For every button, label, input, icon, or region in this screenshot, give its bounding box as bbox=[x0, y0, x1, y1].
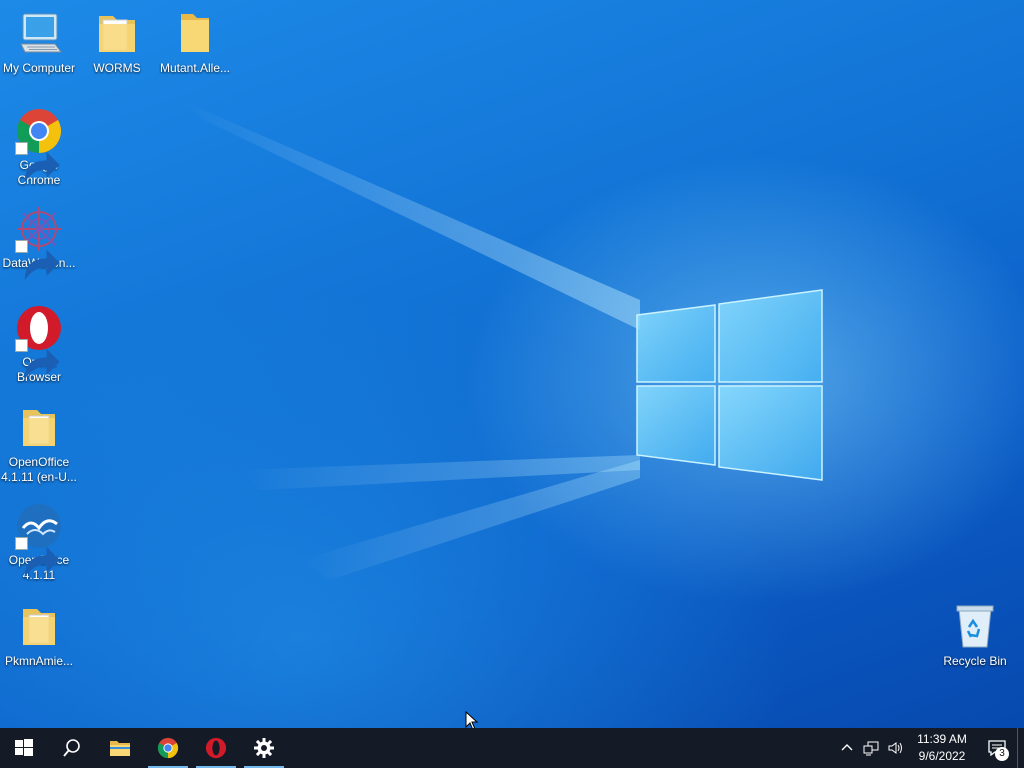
desktop-icon-openoffice[interactable]: OpenOffice 4.1.11 bbox=[0, 502, 78, 583]
desktop-icon-my-computer[interactable]: My Computer bbox=[0, 10, 78, 76]
search-icon bbox=[63, 739, 80, 757]
clock-time: 11:39 AM bbox=[917, 732, 967, 746]
recycle-bin-icon bbox=[951, 603, 999, 651]
desktop-icon-google-chrome[interactable]: Google Chrome bbox=[0, 107, 78, 188]
show-desktop-button[interactable] bbox=[1017, 728, 1024, 768]
desktop[interactable]: My Computer WORMS Mutant.Alle... Chrome … bbox=[0, 0, 1024, 728]
network-icon[interactable] bbox=[859, 728, 883, 768]
settings-button[interactable] bbox=[240, 728, 288, 768]
chevron-up-icon[interactable] bbox=[835, 728, 859, 768]
chrome-icon bbox=[157, 737, 179, 759]
windows-logo-icon bbox=[15, 739, 33, 756]
desktop-icon-label: My Computer bbox=[2, 61, 76, 75]
folder-icon bbox=[110, 741, 130, 756]
desktop-icon-pkmnamie[interactable]: PkmnAmie... bbox=[0, 603, 78, 669]
chrome-button[interactable] bbox=[144, 728, 192, 768]
volume-icon[interactable] bbox=[883, 728, 907, 768]
desktop-icon-label: Recycle Bin bbox=[943, 654, 1007, 668]
opera-button[interactable] bbox=[192, 728, 240, 768]
desktop-icon-openoffice-folder[interactable]: OpenOffice 4.1.11 (en-U... bbox=[0, 404, 78, 485]
file-explorer-button[interactable] bbox=[96, 728, 144, 768]
clock[interactable]: 11:39 AM 9/6/2022 bbox=[907, 731, 977, 765]
computer-icon bbox=[15, 10, 63, 58]
taskbar: 11:39 AM 9/6/2022 3 bbox=[0, 728, 1024, 768]
desktop-icon-label: OpenOffice 4.1.11 (en-U... bbox=[1, 455, 77, 484]
desktop-icon-opera-browser[interactable]: Opera Browser bbox=[0, 304, 78, 385]
desktop-icon-mutant-alle[interactable]: Mutant.Alle... bbox=[156, 10, 234, 76]
shortcut-arrow-icon bbox=[15, 537, 60, 578]
system-tray: 11:39 AM 9/6/2022 3 bbox=[835, 728, 1024, 768]
notification-center-button[interactable]: 3 bbox=[977, 728, 1017, 768]
folder-icon bbox=[15, 404, 63, 452]
desktop-icon-label: WORMS bbox=[93, 61, 141, 75]
folder-icon bbox=[15, 603, 63, 651]
search-button[interactable] bbox=[48, 728, 96, 768]
desktop-icon-recycle-bin[interactable]: Recycle Bin bbox=[936, 603, 1014, 669]
desktop-icon-datawagon[interactable]: DataWagon... bbox=[0, 205, 78, 281]
desktop-icon-label: PkmnAmie... bbox=[4, 654, 73, 668]
wallpaper-beams bbox=[180, 100, 640, 580]
shortcut-arrow-icon bbox=[15, 339, 60, 380]
openoffice-icon bbox=[15, 502, 63, 578]
datawagon-icon bbox=[15, 205, 63, 281]
mouse-cursor-icon bbox=[465, 711, 479, 728]
opera-icon bbox=[205, 737, 227, 759]
gear-icon bbox=[254, 738, 274, 758]
desktop-icon-worms[interactable]: WORMS bbox=[78, 10, 156, 76]
folder-icon bbox=[93, 10, 141, 58]
chrome-icon bbox=[15, 107, 63, 183]
clock-date: 9/6/2022 bbox=[918, 749, 966, 763]
shortcut-arrow-icon bbox=[15, 240, 60, 281]
desktop-icon-label: Mutant.Alle... bbox=[159, 61, 231, 75]
folder-icon bbox=[171, 10, 219, 58]
start-button[interactable] bbox=[0, 728, 48, 768]
shortcut-arrow-icon bbox=[15, 142, 60, 183]
opera-icon bbox=[15, 304, 63, 380]
wallpaper-windows-logo bbox=[636, 289, 823, 481]
notification-count-badge: 3 bbox=[995, 747, 1009, 761]
